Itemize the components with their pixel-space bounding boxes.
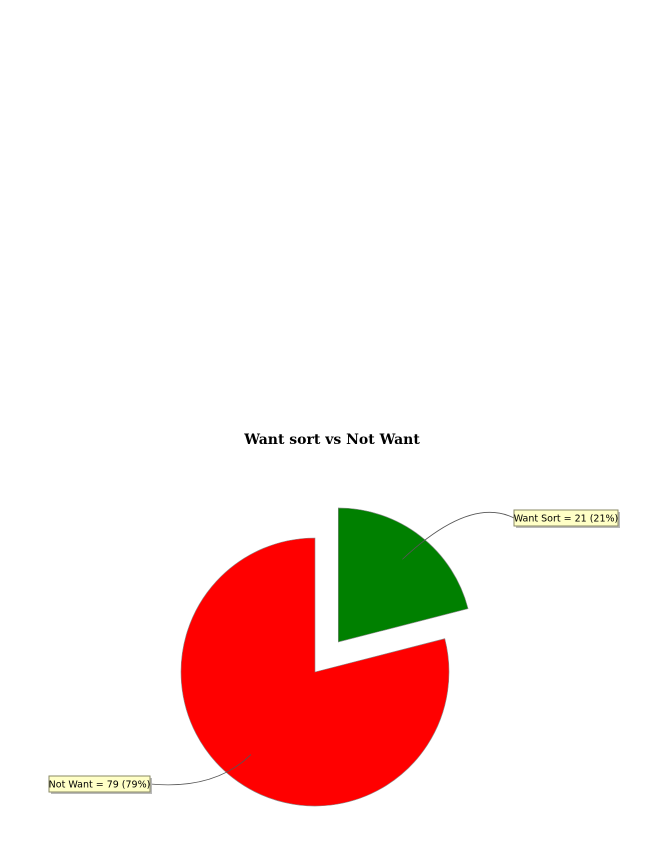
pie-chart-svg: Want sort vs Not Want Want Sort = 21 (21… xyxy=(48,432,620,807)
slice-label-want-sort: Want Sort = 21 (21%) xyxy=(514,514,618,525)
pie-chart: Want sort vs Not Want Want Sort = 21 (21… xyxy=(0,0,663,857)
slice-label-not-want: Not Want = 79 (79%) xyxy=(49,780,151,791)
pie-slice-want-sort xyxy=(337,507,469,643)
slices-layer xyxy=(180,507,469,807)
chart-title: Want sort vs Not Want xyxy=(243,432,420,448)
